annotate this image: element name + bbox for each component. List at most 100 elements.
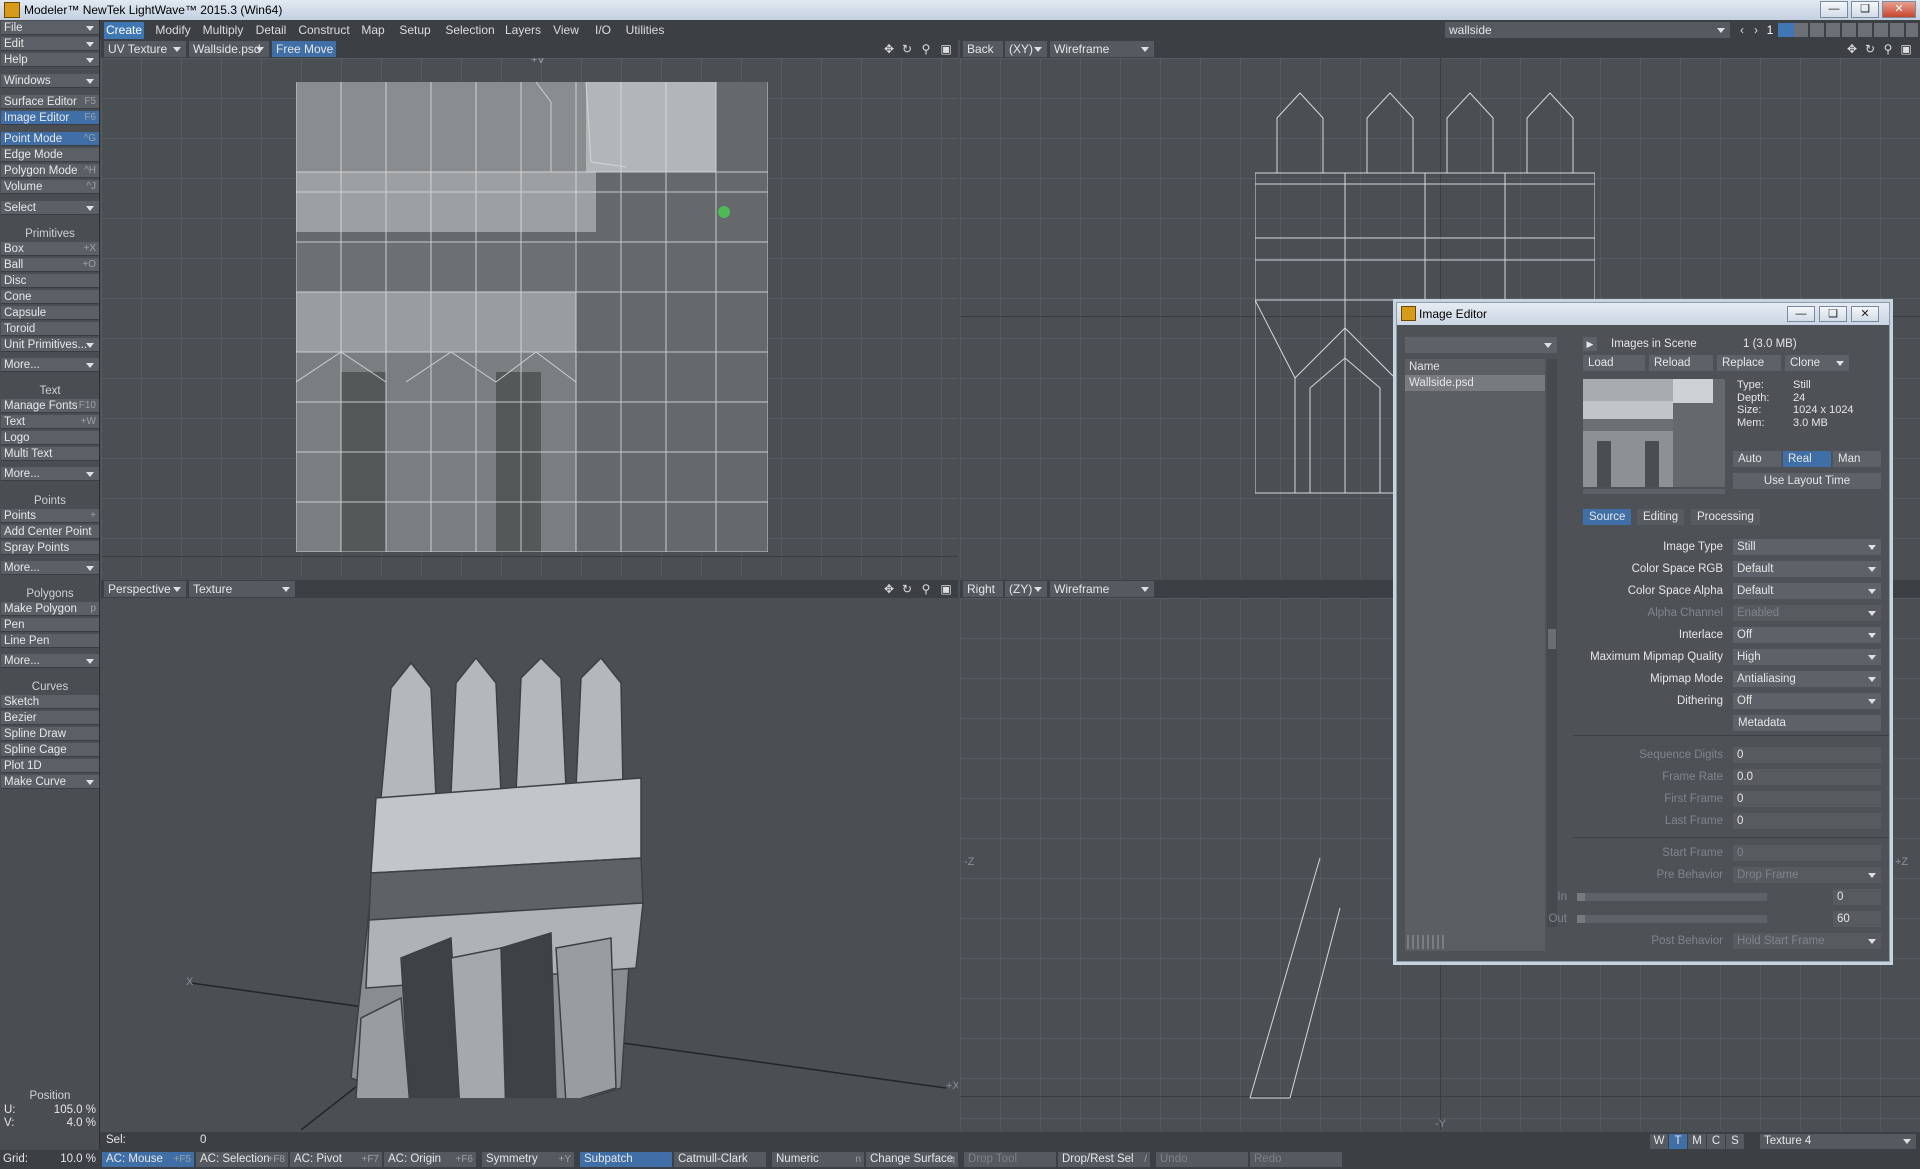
metadata-button[interactable]: Metadata <box>1733 715 1881 731</box>
help-menu[interactable]: Help <box>1 53 99 67</box>
first-frame-field[interactable]: 0 <box>1733 791 1881 807</box>
slider-thumb[interactable] <box>1577 893 1585 901</box>
reload-button[interactable]: Reload <box>1649 355 1713 371</box>
image-type-select[interactable]: Still <box>1733 539 1881 555</box>
bezier-button[interactable]: Bezier <box>1 711 99 725</box>
real-button[interactable]: Real <box>1783 451 1831 467</box>
sketch-toggle[interactable]: S <box>1726 1134 1744 1149</box>
load-button[interactable]: Load <box>1583 355 1645 371</box>
render-mode-select[interactable]: Texture <box>189 581 295 597</box>
layer-select[interactable]: wallside <box>1445 22 1730 38</box>
maximize-view-icon[interactable]: ▣ <box>939 42 953 56</box>
play-icon[interactable]: ▶ <box>1583 337 1597 351</box>
undo-button[interactable]: Undo <box>1156 1152 1248 1167</box>
box-button[interactable]: Box +X <box>1 242 99 256</box>
tab-source[interactable]: Source <box>1583 509 1632 525</box>
image-list[interactable]: Name Wallside.psd <box>1405 359 1545 933</box>
symmetry-button[interactable]: Symmetry +Y <box>482 1152 574 1167</box>
perspective-viewport[interactable]: X +X <box>101 598 958 1130</box>
replace-button[interactable]: Replace <box>1717 355 1781 371</box>
color-toggle[interactable]: C <box>1707 1134 1725 1149</box>
active-layer-slot[interactable] <box>1778 23 1794 37</box>
render-mode-select[interactable]: Wireframe <box>1050 581 1154 597</box>
numeric-button[interactable]: Numeric n <box>772 1152 864 1167</box>
uv-map-select[interactable]: Wallside.psd <box>189 41 269 57</box>
edge-mode-button[interactable]: Edge Mode <box>1 148 99 162</box>
slider-thumb[interactable] <box>1577 915 1585 923</box>
close-button[interactable]: ✕ <box>1882 1 1916 18</box>
drop-rest-sel-button[interactable]: Drop/Rest Sel / <box>1058 1152 1150 1167</box>
zoom-view-icon[interactable]: ⚲ <box>1881 42 1895 56</box>
disc-button[interactable]: Disc <box>1 274 99 288</box>
in-slider[interactable] <box>1577 893 1767 901</box>
ac-origin-button[interactable]: AC: Origin +F6 <box>384 1152 476 1167</box>
tab-create[interactable]: Create <box>104 22 144 39</box>
plane-select[interactable]: (ZY) <box>1005 581 1047 597</box>
start-frame-field[interactable]: 0 <box>1733 845 1881 861</box>
texture-toggle[interactable]: T <box>1669 1134 1687 1149</box>
maximize-view-icon[interactable]: ▣ <box>1899 42 1913 56</box>
primitives-more-menu[interactable]: More... <box>1 358 99 372</box>
man-button[interactable]: Man <box>1833 451 1881 467</box>
color-space-alpha-select[interactable]: Default <box>1733 583 1881 599</box>
prev-layer-icon[interactable]: ‹ <box>1735 23 1749 37</box>
spray-points-button[interactable]: Spray Points <box>1 541 99 555</box>
post-behavior-select[interactable]: Hold Start Frame <box>1733 933 1881 949</box>
out-field[interactable]: 60 <box>1833 911 1881 927</box>
view-type-select[interactable]: Back <box>963 41 1003 57</box>
surface-editor-button[interactable]: Surface Editor F5 <box>1 95 99 109</box>
unit-primitives-menu[interactable]: Unit Primitives... <box>1 338 99 352</box>
drop-tool-button[interactable]: Drop Tool <box>964 1152 1056 1167</box>
zoom-view-icon[interactable]: ⚲ <box>919 582 933 596</box>
rotate-view-icon[interactable]: ↻ <box>900 42 914 56</box>
windows-menu[interactable]: Windows <box>1 74 99 88</box>
plane-select[interactable]: (XY) <box>1005 41 1047 57</box>
image-editor-titlebar[interactable]: Image Editor — ❑ ✕ <box>1397 303 1889 325</box>
points-more-menu[interactable]: More... <box>1 561 99 575</box>
cone-button[interactable]: Cone <box>1 290 99 304</box>
text-more-menu[interactable]: More... <box>1 467 99 481</box>
rotate-view-icon[interactable]: ↻ <box>1863 42 1877 56</box>
spline-draw-button[interactable]: Spline Draw <box>1 727 99 741</box>
make-polygon-button[interactable]: Make Polygon p <box>1 602 99 616</box>
view-type-select[interactable]: Perspective <box>104 581 186 597</box>
text-button[interactable]: Text +W <box>1 415 99 429</box>
image-list-item[interactable]: Wallside.psd <box>1405 375 1545 391</box>
material-toggle[interactable]: M <box>1688 1134 1706 1149</box>
auto-button[interactable]: Auto <box>1733 451 1781 467</box>
image-filter-select[interactable] <box>1405 337 1557 353</box>
tab-modify[interactable]: Modify <box>150 22 196 39</box>
manage-fonts-button[interactable]: Manage Fonts F10 <box>1 399 99 413</box>
spline-cage-button[interactable]: Spline Cage <box>1 743 99 757</box>
plot-1d-button[interactable]: Plot 1D <box>1 759 99 773</box>
maximize-button[interactable]: ❑ <box>1851 1 1879 18</box>
ac-selection-button[interactable]: AC: Selection +F8 <box>196 1152 288 1167</box>
redo-button[interactable]: Redo <box>1250 1152 1342 1167</box>
tab-layers[interactable]: Layers <box>504 22 542 39</box>
move-view-icon[interactable]: ✥ <box>882 42 896 56</box>
use-layout-time-button[interactable]: Use Layout Time <box>1733 473 1881 489</box>
polygons-more-menu[interactable]: More... <box>1 654 99 668</box>
tab-io[interactable]: I/O <box>590 22 616 39</box>
polygon-mode-button[interactable]: Polygon Mode ^H <box>1 164 99 178</box>
sequence-digits-field[interactable]: 0 <box>1733 747 1881 763</box>
ie-minimize-button[interactable]: — <box>1787 306 1815 322</box>
tab-multiply[interactable]: Multiply <box>200 22 246 39</box>
rotate-view-icon[interactable]: ↻ <box>900 582 914 596</box>
change-surface-button[interactable]: Change Surface q <box>866 1152 958 1167</box>
layer-slots[interactable] <box>1778 23 1918 37</box>
next-layer-icon[interactable]: › <box>1749 23 1763 37</box>
tab-utilities[interactable]: Utilities <box>622 22 668 39</box>
pen-button[interactable]: Pen <box>1 618 99 632</box>
ac-mouse-button[interactable]: AC: Mouse +F5 <box>102 1152 194 1167</box>
frame-rate-field[interactable]: 0.0 <box>1733 769 1881 785</box>
view-type-select[interactable]: UV Texture <box>104 41 186 57</box>
alpha-channel-select[interactable]: Enabled <box>1733 605 1881 621</box>
subpatch-button[interactable]: Subpatch <box>580 1152 672 1167</box>
wireframe-toggle[interactable]: W <box>1650 1134 1668 1149</box>
view-type-select[interactable]: Right <box>963 581 1003 597</box>
image-list-hscroll[interactable] <box>1405 933 1545 951</box>
move-view-icon[interactable]: ✥ <box>882 582 896 596</box>
make-curve-menu[interactable]: Make Curve <box>1 775 99 789</box>
in-field[interactable]: 0 <box>1833 889 1881 905</box>
